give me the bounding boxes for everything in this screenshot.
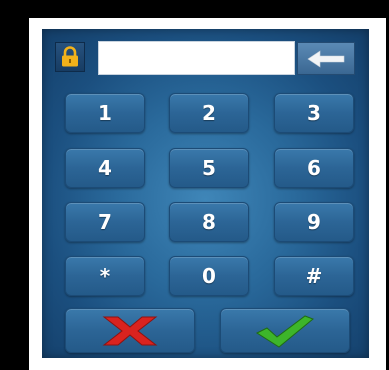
key-2[interactable]: 2	[169, 93, 249, 133]
red-x-icon	[102, 316, 158, 345]
key-0[interactable]: 0	[169, 256, 249, 296]
green-checkmark-icon	[255, 314, 314, 348]
key-7[interactable]: 7	[65, 202, 145, 242]
lock-icon	[55, 42, 85, 72]
pin-input[interactable]	[98, 41, 295, 75]
pin-keypad-panel: 1 2 3 4 5 6 7 8 9 * 0 #	[42, 29, 369, 358]
key-6[interactable]: 6	[274, 148, 354, 188]
cancel-button[interactable]	[65, 308, 195, 353]
left-arrow-icon	[307, 49, 345, 68]
key-star[interactable]: *	[65, 256, 145, 296]
key-3[interactable]: 3	[274, 93, 354, 133]
key-hash[interactable]: #	[274, 256, 354, 296]
key-5[interactable]: 5	[169, 148, 249, 188]
key-4[interactable]: 4	[65, 148, 145, 188]
backspace-button[interactable]	[297, 42, 355, 75]
key-1[interactable]: 1	[65, 93, 145, 133]
key-9[interactable]: 9	[274, 202, 354, 242]
confirm-button[interactable]	[220, 308, 350, 353]
key-8[interactable]: 8	[169, 202, 249, 242]
